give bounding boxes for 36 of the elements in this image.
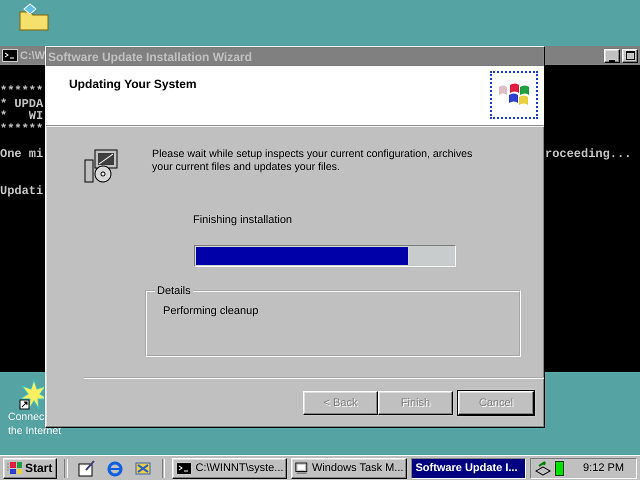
clock: 9:12 PM: [583, 462, 625, 474]
desktop-pencil-icon: [78, 459, 96, 477]
console-text: One mi: [0, 148, 44, 160]
console-text: * UPDA: [0, 98, 44, 110]
taskbar-button[interactable]: Windows Task M...: [291, 458, 408, 478]
console-text: ******: [0, 85, 44, 98]
console-text: roceeding...: [545, 148, 632, 160]
console-title: C:\W: [20, 50, 46, 62]
status-text: Finishing installation: [193, 214, 294, 226]
monitor-icon: [295, 460, 309, 476]
minimize-button[interactable]: [604, 48, 620, 62]
console-text: Updati: [0, 185, 44, 198]
console-text: * WI: [0, 110, 44, 122]
meter-icon[interactable]: [555, 460, 564, 476]
network-icon[interactable]: [535, 460, 552, 476]
icon-label: Connec: [7, 411, 44, 424]
wizard-heading: Updating Your System: [69, 77, 197, 93]
taskbar-button[interactable]: Software Update I...: [411, 458, 526, 478]
browser-icon: [106, 459, 124, 477]
windows-flag-icon: [7, 461, 23, 475]
wizard-title: Software Update Installation Wizard: [48, 50, 252, 64]
details-legend: Details: [155, 285, 193, 297]
starburst-shortcut-icon[interactable]: [18, 378, 44, 410]
start-button[interactable]: Start: [3, 458, 58, 478]
console-icon: [176, 462, 192, 474]
details-text: Performing cleanup: [163, 305, 260, 317]
maximize-button[interactable]: [622, 48, 638, 62]
console-icon: [2, 49, 18, 62]
minimize-icon: [609, 60, 615, 62]
console-text: ******: [0, 122, 44, 135]
maximize-icon: [626, 51, 634, 60]
taskbar-button[interactable]: C:\WINNT\syste...: [172, 458, 288, 478]
wizard-message: Please wait while setup inspects your current configuration, archives your current files and updates your files.: [152, 148, 474, 175]
icon-label: the Internet: [7, 425, 62, 438]
computer-disc-icon: [84, 148, 118, 184]
folder-icon[interactable]: [18, 2, 50, 32]
